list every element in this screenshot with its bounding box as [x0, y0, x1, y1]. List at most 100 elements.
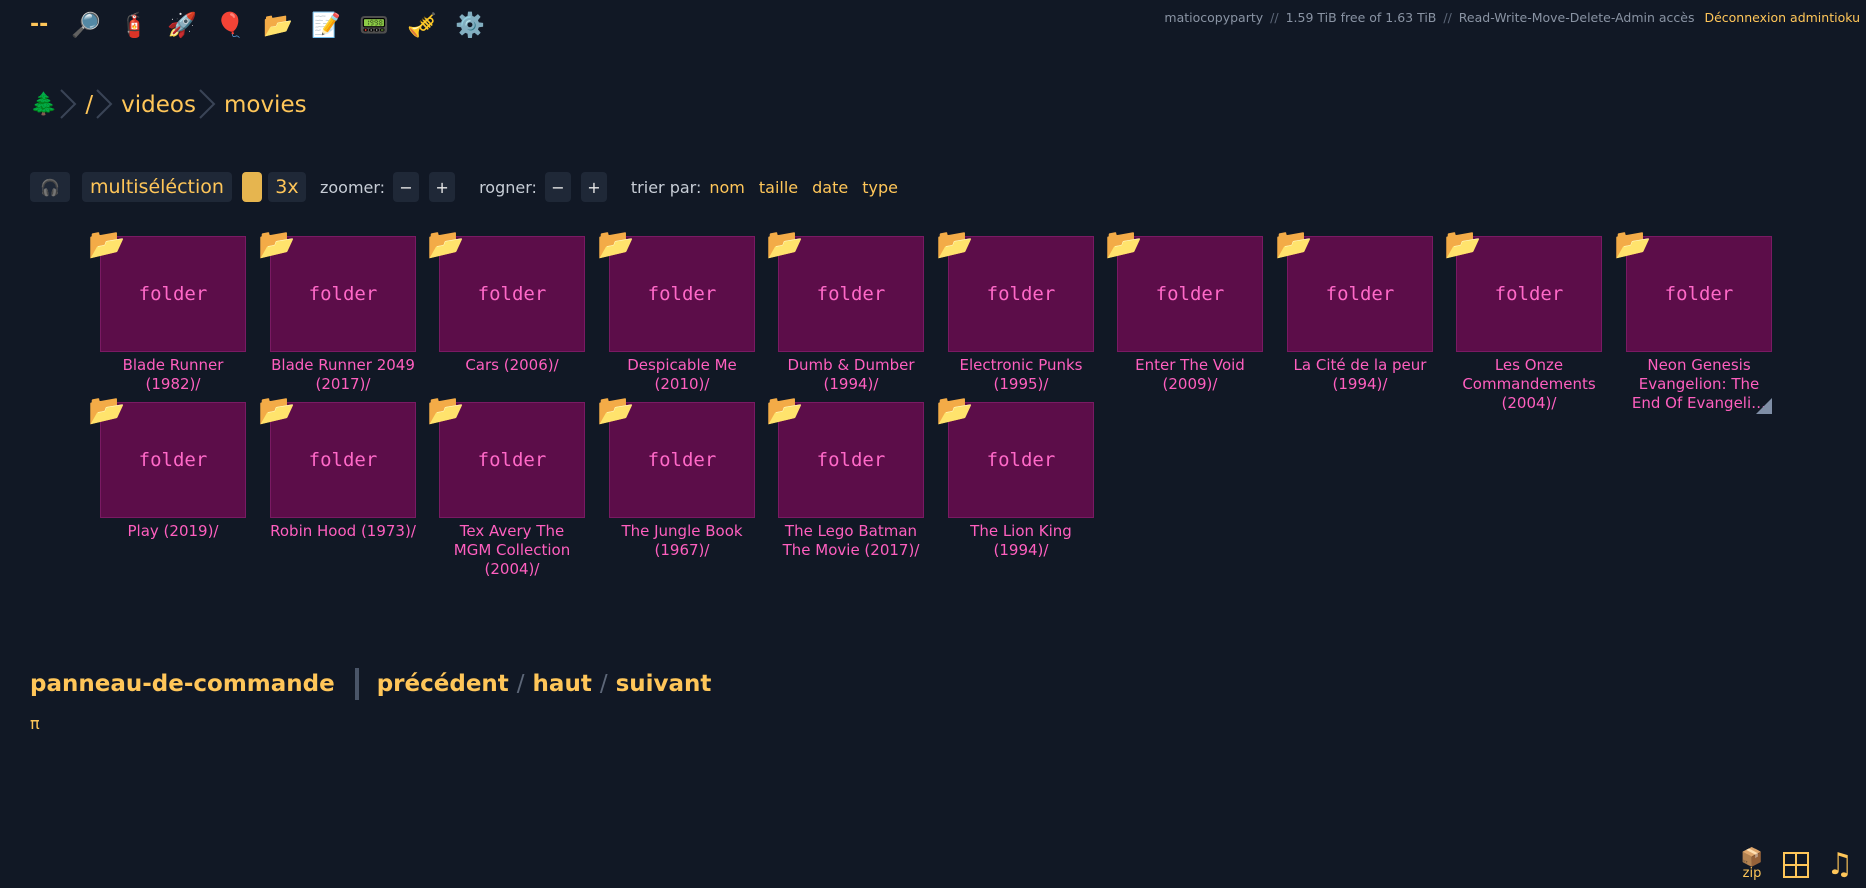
folder-name[interactable]: Electronic Punks (1995)/: [948, 356, 1094, 394]
folder-name[interactable]: The Lego Batman The Movie (2017)/: [778, 522, 924, 560]
folder-tile[interactable]: 📂 folder La Cité de la peur (1994)/: [1275, 230, 1433, 394]
settings-gear-icon[interactable]: ⚙️: [446, 6, 494, 44]
open-folder-icon: 📂: [597, 227, 635, 262]
folder-name[interactable]: Tex Avery The MGM Collection (2004)/: [439, 522, 585, 579]
grid-view-button[interactable]: [1774, 846, 1818, 884]
zip-download-button[interactable]: 📦 zip: [1730, 846, 1774, 884]
control-panel-link[interactable]: panneau-de-commande: [30, 671, 335, 697]
thumbnail-label: folder: [138, 449, 208, 471]
open-folder-icon: 📂: [88, 227, 126, 262]
folder-name[interactable]: Play (2019)/: [100, 522, 246, 541]
thumbnail-label: folder: [816, 449, 886, 471]
breadcrumb: 🌲 / videos movies: [30, 88, 315, 122]
breadcrumb-videos[interactable]: videos: [101, 88, 216, 122]
separator: /: [516, 671, 525, 697]
open-folder-icon: 📂: [766, 393, 804, 428]
crop-more-button[interactable]: +: [580, 172, 607, 202]
logout-link[interactable]: Déconnexion admintioku: [1704, 10, 1860, 25]
grid-icon: [1783, 852, 1809, 878]
sort-by-size[interactable]: taille: [759, 178, 798, 197]
sort-by-name[interactable]: nom: [709, 178, 745, 197]
thumbnail-label: folder: [477, 283, 547, 305]
zoom-in-button[interactable]: +: [429, 172, 456, 202]
folder-name[interactable]: Cars (2006)/: [439, 356, 585, 375]
music-note-icon: ♫: [1826, 847, 1854, 882]
folder-name[interactable]: Blade Runner 2049 (2017)/: [270, 356, 416, 394]
folder-tile[interactable]: 📂 folder Neon Genesis Evangelion: The End …: [1614, 230, 1772, 414]
folder-tile[interactable]: 📂 folder Electronic Punks (1995)/: [936, 230, 1094, 394]
folder-name[interactable]: The Jungle Book (1967)/: [609, 522, 755, 560]
folder-tile[interactable]: 📂 folder Enter The Void (2009)/: [1105, 230, 1263, 394]
thumbnails-toggle[interactable]: [241, 172, 262, 202]
breadcrumb-root[interactable]: /: [65, 88, 113, 122]
tree-toggle-icon[interactable]: 🌲: [30, 88, 77, 122]
sort-label: trier par:: [630, 177, 702, 197]
server-name: matiocopyparty: [1164, 10, 1264, 25]
thumbnail-label: folder: [308, 283, 378, 305]
open-folder-icon: 📂: [427, 393, 465, 428]
nav-footer: panneau-de-commande précédent / haut / s…: [30, 668, 711, 700]
collapse-ops-button[interactable]: --: [30, 6, 62, 44]
unpost-icon[interactable]: 🧯: [110, 6, 158, 44]
folder-name[interactable]: La Cité de la peur (1994)/: [1287, 356, 1433, 394]
headphones-icon: 🎧: [40, 177, 60, 197]
sort-by-date[interactable]: date: [812, 178, 848, 197]
folder-name[interactable]: Enter The Void (2009)/: [1117, 356, 1263, 394]
search-icon[interactable]: 🔎: [62, 6, 110, 44]
folder-name[interactable]: The Lion King (1994)/: [948, 522, 1094, 560]
breadcrumb-label: movies: [223, 92, 307, 118]
separator: /: [599, 671, 608, 697]
breadcrumb-label: videos: [121, 92, 196, 118]
multiselect-button[interactable]: multiséléction: [82, 172, 232, 202]
folder-name[interactable]: Les Onze Commandements (2004)/: [1456, 356, 1602, 413]
folder-tile[interactable]: 📂 folder The Lego Batman The Movie (2017)/: [766, 396, 924, 560]
folder-tile[interactable]: 📂 folder Les Onze Commandements (2004)/: [1444, 230, 1602, 413]
folder-name[interactable]: Despicable Me (2010)/: [609, 356, 755, 394]
account-info: matiocopyparty // 1.59 TiB free of 1.63 …: [1164, 10, 1860, 25]
folder-tile[interactable]: 📂 folder Tex Avery The MGM Collection (200…: [427, 396, 585, 579]
next-link[interactable]: suivant: [616, 671, 712, 697]
messages-icon[interactable]: 📟: [350, 6, 398, 44]
music-player-button[interactable]: ♫: [1818, 846, 1862, 884]
balloon-icon[interactable]: 🎈: [206, 6, 254, 44]
upload-icon[interactable]: 🚀: [158, 6, 206, 44]
folder-name[interactable]: Dumb & Dumber (1994)/: [778, 356, 924, 394]
new-file-icon[interactable]: 📝: [302, 6, 350, 44]
up-link[interactable]: haut: [533, 671, 592, 697]
tree-glyph: 🌲: [30, 92, 58, 117]
folder-name[interactable]: Blade Runner (1982)/: [100, 356, 246, 394]
separator: //: [1443, 10, 1452, 25]
folder-tile[interactable]: 📂 folder Cars (2006)/: [427, 230, 585, 375]
folder-tile[interactable]: 📂 folder Despicable Me (2010)/: [597, 230, 755, 394]
crop-less-button[interactable]: −: [544, 172, 571, 202]
audio-toggle-button[interactable]: 🎧: [30, 172, 70, 202]
previous-link[interactable]: précédent: [377, 671, 509, 697]
new-folder-icon[interactable]: 📂: [254, 6, 302, 44]
ops-bar: -- 🔎 🧯 🚀 🎈 📂 📝 📟 🎺 ⚙️: [30, 6, 494, 44]
thumbnail-label: folder: [1494, 283, 1564, 305]
folder-tile[interactable]: 📂 folder Play (2019)/: [88, 396, 246, 541]
tile-resize-corner-icon: [1756, 398, 1772, 414]
folder-tile[interactable]: 📂 folder Dumb & Dumber (1994)/: [766, 230, 924, 394]
folder-tile[interactable]: 📂 folder Robin Hood (1973)/: [258, 396, 416, 541]
sort-by-type[interactable]: type: [862, 178, 898, 197]
open-folder-icon: 📂: [1614, 227, 1652, 262]
pi-link[interactable]: π: [30, 714, 40, 733]
folder-name[interactable]: Neon Genesis Evangelion: The End Of Evan…: [1626, 356, 1772, 413]
folder-tile[interactable]: 📂 folder The Jungle Book (1967)/: [597, 396, 755, 560]
folder-name[interactable]: Robin Hood (1973)/: [270, 522, 416, 541]
folder-tile[interactable]: 📂 folder Blade Runner 2049 (2017)/: [258, 230, 416, 394]
breadcrumb-movies[interactable]: movies: [204, 88, 315, 122]
folder-tile[interactable]: 📂 folder The Lion King (1994)/: [936, 396, 1094, 560]
open-folder-icon: 📂: [1275, 227, 1313, 262]
zip-label: zip: [1742, 866, 1762, 881]
open-folder-icon: 📂: [1444, 227, 1482, 262]
thumbnail-label: folder: [986, 283, 1056, 305]
zoom-label: zoomer:: [319, 177, 386, 197]
thumb-size-button[interactable]: 3x: [267, 172, 306, 202]
zoom-out-button[interactable]: −: [393, 172, 420, 202]
thumbnail-label: folder: [138, 283, 208, 305]
folder-tile[interactable]: 📂 folder Blade Runner (1982)/: [88, 230, 246, 394]
thumbnail-label: folder: [1664, 283, 1734, 305]
trumpet-icon[interactable]: 🎺: [398, 6, 446, 44]
